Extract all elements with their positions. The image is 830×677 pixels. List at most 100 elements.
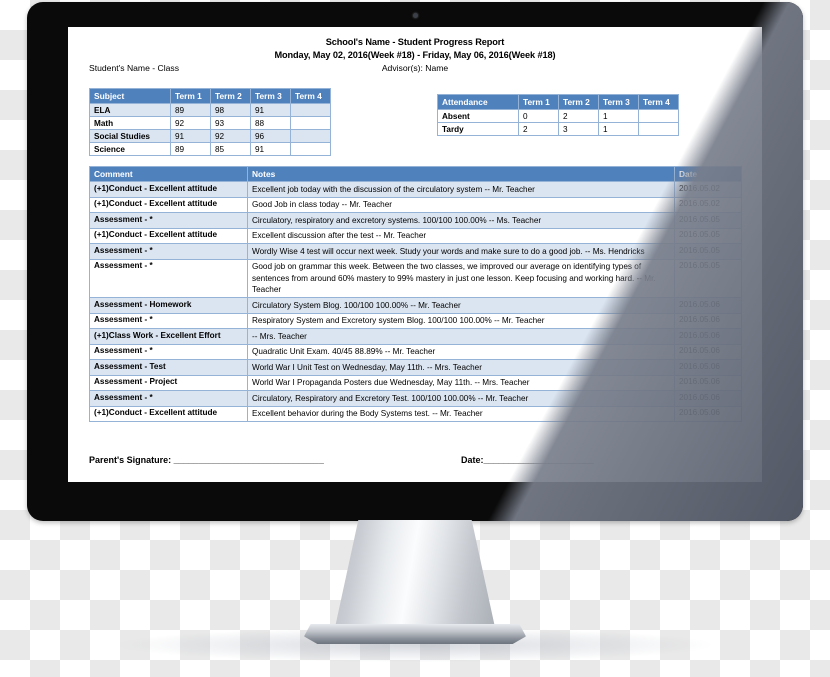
comment-date: 2016.05.05 [674, 212, 742, 229]
comments-body: (+1)Conduct - Excellent attitude Excellen… [89, 181, 742, 422]
grades-term2: 85 [210, 142, 251, 156]
grades-term1: 89 [170, 103, 211, 117]
comment-type: Assessment - Homework [89, 297, 248, 314]
attendance-term1: 0 [518, 109, 559, 123]
grades-term3: 91 [250, 103, 291, 117]
comment-notes: -- Mrs. Teacher [247, 328, 675, 345]
table-row: Assessment - Project World War I Propagan… [89, 374, 742, 391]
grades-term4 [290, 103, 331, 117]
comment-notes: Excellent behavior during the Body Syste… [247, 405, 675, 422]
table-row: Social Studies 91 92 96 [89, 129, 331, 143]
table-row: (+1)Conduct - Excellent attitude Excellen… [89, 181, 742, 198]
signature-date-label: Date:______________________ [461, 455, 594, 465]
comment-type: (+1)Class Work - Excellent Effort [89, 328, 248, 345]
grades-subject: Science [89, 142, 171, 156]
table-row: (+1)Class Work - Excellent Effort -- Mrs… [89, 328, 742, 345]
grades-col-term3: Term 3 [250, 88, 291, 104]
comment-notes: Good Job in class today -- Mr. Teacher [247, 196, 675, 213]
comment-date: 2016.05.06 [674, 328, 742, 345]
comment-date: 2016.05.05 [674, 243, 742, 260]
attendance-kind: Absent [437, 109, 519, 123]
comment-type: Assessment - * [89, 390, 248, 407]
comment-notes: Good job on grammar this week. Between t… [247, 258, 675, 298]
attendance-term2: 2 [558, 109, 599, 123]
attendance-kind: Tardy [437, 122, 519, 136]
webcam-icon [412, 13, 418, 18]
monitor-screen: School's Name - Student Progress Report … [68, 27, 762, 482]
table-row: Assessment - * Circulatory, respiratory a… [89, 212, 742, 229]
table-row: Assessment - * Quadratic Unit Exam. 40/45… [89, 343, 742, 360]
table-row: Assessment - * Good job on grammar this w… [89, 258, 742, 298]
attendance-term2: 3 [558, 122, 599, 136]
grades-term1: 91 [170, 129, 211, 143]
comment-type: Assessment - * [89, 258, 248, 298]
student-name-line: Student's Name - Class [89, 63, 179, 73]
grades-term1: 92 [170, 116, 211, 130]
grades-term4 [290, 129, 331, 143]
comment-notes: Respiratory System and Excretory system … [247, 312, 675, 329]
comment-type: Assessment - * [89, 343, 248, 360]
grades-term2: 92 [210, 129, 251, 143]
table-row: (+1)Conduct - Excellent attitude Excellen… [89, 405, 742, 422]
canvas: School's Name - Student Progress Report … [0, 0, 830, 677]
table-row: ELA 89 98 91 [89, 103, 331, 117]
grades-col-term2: Term 2 [210, 88, 251, 104]
grades-term3: 88 [250, 116, 291, 130]
comment-date: 2016.05.02 [674, 196, 742, 213]
comment-date: 2016.05.05 [674, 227, 742, 244]
comment-date: 2016.05.06 [674, 359, 742, 376]
comment-notes: Excellent job today with the discussion … [247, 181, 675, 198]
grades-subject: Math [89, 116, 171, 130]
comment-type: Assessment - * [89, 312, 248, 329]
table-row: Science 89 85 91 [89, 142, 331, 156]
comment-notes: Quadratic Unit Exam. 40/45 88.89% -- Mr.… [247, 343, 675, 360]
attendance-term4 [638, 109, 679, 123]
attendance-term3: 1 [598, 109, 639, 123]
attendance-col-term2: Term 2 [558, 94, 599, 110]
comments-col-comment: Comment [89, 166, 248, 182]
attendance-table: Attendance Term 1 Term 2 Term 3 Term 4 A… [437, 94, 679, 136]
comment-notes: Excellent discussion after the test -- M… [247, 227, 675, 244]
comments-header-row: Comment Notes Date [89, 166, 742, 182]
grades-term3: 96 [250, 129, 291, 143]
comment-notes: World War I Unit Test on Wednesday, May … [247, 359, 675, 376]
comment-notes: Wordly Wise 4 test will occur next week.… [247, 243, 675, 260]
comment-date: 2016.05.05 [674, 258, 742, 298]
grades-term4 [290, 116, 331, 130]
attendance-col-term4: Term 4 [638, 94, 679, 110]
comments-col-notes: Notes [247, 166, 675, 182]
attendance-col-term1: Term 1 [518, 94, 559, 110]
grades-term3: 91 [250, 142, 291, 156]
attendance-term4 [638, 122, 679, 136]
table-row: Assessment - * Circulatory, Respiratory a… [89, 390, 742, 407]
table-row: (+1)Conduct - Excellent attitude Excellen… [89, 227, 742, 244]
monitor-stand-neck [334, 520, 496, 632]
monitor-stand-base [304, 624, 526, 644]
attendance-col-label: Attendance [437, 94, 519, 110]
document-title: School's Name - Student Progress Report [325, 37, 505, 47]
table-row: Math 92 93 88 [89, 116, 331, 130]
table-row: (+1)Conduct - Excellent attitude Good Job… [89, 196, 742, 213]
table-row: Assessment - * Wordly Wise 4 test will oc… [89, 243, 742, 260]
comment-type: (+1)Conduct - Excellent attitude [89, 227, 248, 244]
comment-date: 2016.05.02 [674, 181, 742, 198]
comment-type: Assessment - Project [89, 374, 248, 391]
comment-notes: World War I Propaganda Posters due Wedne… [247, 374, 675, 391]
comment-date: 2016.05.06 [674, 390, 742, 407]
comment-notes: Circulatory System Blog. 100/100 100.00%… [247, 297, 675, 314]
comment-date: 2016.05.06 [674, 297, 742, 314]
table-row: Tardy 2 3 1 [437, 122, 679, 136]
comment-date: 2016.05.06 [674, 374, 742, 391]
comment-type: Assessment - * [89, 243, 248, 260]
comment-notes: Circulatory, respiratory and excretory s… [247, 212, 675, 229]
grades-term2: 93 [210, 116, 251, 130]
summary-tables: Subject Term 1 Term 2 Term 3 Term 4 ELA … [89, 88, 741, 156]
grades-subject: Social Studies [89, 129, 171, 143]
comment-type: (+1)Conduct - Excellent attitude [89, 196, 248, 213]
comment-type: (+1)Conduct - Excellent attitude [89, 181, 248, 198]
monitor-device: School's Name - Student Progress Report … [27, 2, 803, 521]
comment-type: Assessment - * [89, 212, 248, 229]
grades-table: Subject Term 1 Term 2 Term 3 Term 4 ELA … [89, 88, 331, 156]
comment-date: 2016.05.06 [674, 405, 742, 422]
grades-header-row: Subject Term 1 Term 2 Term 3 Term 4 [89, 88, 331, 104]
